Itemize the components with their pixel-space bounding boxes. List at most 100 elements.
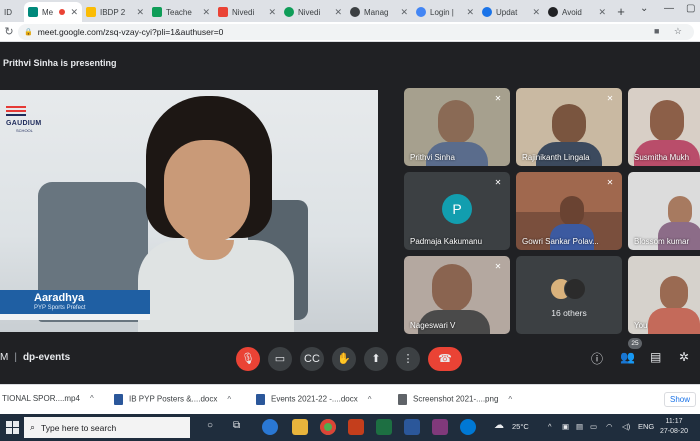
info-icon[interactable]: ⓘ	[591, 350, 603, 367]
task-view-icon[interactable]: ⧉	[233, 420, 240, 431]
reload-icon[interactable]: ↻	[0, 25, 18, 38]
lock-icon[interactable]: 🔒	[24, 28, 33, 36]
browser-tab[interactable]: Manag ✕	[346, 2, 412, 22]
chevron-up-icon[interactable]: ^	[227, 395, 231, 404]
participant-tile[interactable]: ✕ Gowri Sankar Polav...	[516, 172, 622, 250]
main-presentation-video[interactable]: GAUDIUM SCHOOL Aaradhya PYP Sports Prefe…	[0, 90, 378, 332]
tab-title: Avoid	[562, 7, 582, 17]
download-item[interactable]: Screenshot 2021-....png ^	[398, 394, 512, 405]
minimize-icon[interactable]: —	[664, 3, 674, 14]
download-item[interactable]: IB PYP Posters &....docx ^	[114, 394, 231, 405]
close-tab-icon[interactable]: ✕	[598, 7, 606, 18]
new-tab-button[interactable]: +	[610, 4, 632, 19]
google-favicon-icon	[416, 7, 426, 17]
tray-chevron-icon[interactable]: ^	[548, 422, 552, 431]
close-tab-icon[interactable]: ✕	[466, 7, 474, 18]
close-tab-icon[interactable]: ✕	[202, 7, 210, 18]
participant-name: Nageswari V	[410, 321, 456, 330]
raise-hand-button[interactable]: ✋	[332, 347, 356, 371]
tray-app-icon[interactable]: ▣	[562, 422, 569, 431]
people-icon[interactable]: 👥	[620, 350, 635, 364]
present-button[interactable]: ⬆	[364, 347, 388, 371]
edge-app-icon[interactable]	[262, 419, 278, 435]
tray-app-icon[interactable]: ▤	[576, 422, 583, 431]
camera-permission-icon[interactable]: ■ ☆	[654, 26, 688, 37]
hangouts-favicon-icon	[284, 7, 294, 17]
leave-call-button[interactable]: ☎	[428, 347, 462, 371]
medium-favicon-icon	[548, 7, 558, 17]
close-tab-icon[interactable]: ✕	[70, 7, 78, 18]
mic-off-icon: ✕	[494, 94, 502, 103]
excel-app-icon[interactable]	[376, 419, 392, 435]
others-tile[interactable]: 16 others	[516, 256, 622, 334]
others-avatars	[550, 278, 590, 300]
chat-icon[interactable]: ▤	[650, 350, 661, 364]
file-explorer-icon[interactable]	[292, 419, 308, 435]
mic-off-icon: ✕	[606, 178, 614, 187]
participant-tile[interactable]: ✕ Prithvi Sinha	[404, 88, 510, 166]
participant-face	[560, 196, 584, 226]
download-item[interactable]: Events 2021-22 -....docx ^	[256, 394, 371, 405]
participant-tile[interactable]: P ✕ Padmaja Kakumanu	[404, 172, 510, 250]
participant-tile[interactable]: Blossom kumar	[628, 172, 700, 250]
self-tile[interactable]: You	[628, 256, 700, 334]
logo-mark-icon	[6, 106, 26, 116]
close-tab-icon[interactable]: ✕	[532, 7, 540, 18]
powerpoint-app-icon[interactable]	[348, 419, 364, 435]
participant-tile[interactable]: Susmitha Mukh	[628, 88, 700, 166]
participant-name: Prithvi Sinha	[410, 153, 455, 162]
captions-button[interactable]: CC	[300, 347, 324, 371]
weather-temp[interactable]: 25°C	[512, 422, 529, 431]
meeting-details[interactable]: M | dp-events	[0, 352, 70, 363]
windows-start-icon[interactable]	[6, 421, 19, 434]
wifi-icon[interactable]: ◠	[606, 422, 613, 431]
participant-name: Gowri Sankar Polav...	[522, 237, 599, 246]
help-app-icon[interactable]	[460, 419, 476, 435]
mic-toggle-button[interactable]: 🎙	[236, 347, 260, 371]
cortana-icon[interactable]: ○	[207, 420, 213, 431]
browser-tab[interactable]: IBDP 2 ✕	[82, 2, 148, 22]
tab-title: Nivedi	[298, 7, 321, 17]
participant-face	[432, 264, 472, 312]
battery-icon[interactable]: ▭	[590, 422, 597, 431]
url-text: meet.google.com/zsq-vzay-cyi?pli=1&authu…	[37, 26, 224, 37]
chevron-up-icon[interactable]: ^	[508, 395, 512, 404]
participant-shirt	[648, 308, 700, 334]
more-options-button[interactable]: ⋮	[396, 347, 420, 371]
language-indicator[interactable]: ENG	[638, 422, 654, 431]
taskbar-search-box[interactable]: ⌕ Type here to search	[24, 417, 190, 438]
tab-title: Teache	[166, 7, 192, 17]
chevron-up-icon[interactable]: ^	[368, 395, 372, 404]
close-tab-icon[interactable]: ✕	[136, 7, 144, 18]
participant-name: Padmaja Kakumanu	[410, 237, 483, 246]
browser-tab[interactable]: ID	[0, 2, 24, 22]
browser-tab[interactable]: Login | ✕	[412, 2, 478, 22]
close-tab-icon[interactable]: ✕	[400, 7, 408, 18]
maximize-icon[interactable]: ▢	[686, 3, 695, 14]
close-tab-icon[interactable]: ✕	[268, 7, 276, 18]
volume-icon[interactable]: ◁)	[622, 422, 630, 431]
download-item[interactable]: TIONAL SPOR....mp4 ^	[2, 394, 94, 403]
camera-toggle-button[interactable]: ▭	[268, 347, 292, 371]
browser-tab[interactable]: Nivedi ✕	[280, 2, 346, 22]
browser-tab[interactable]: Avoid ✕	[544, 2, 610, 22]
chevron-up-icon[interactable]: ^	[90, 394, 94, 403]
windows-taskbar: ⌕ Type here to search ○ ⧉ ☁ 25°C ^ ▣ ▤ ▭…	[0, 414, 700, 441]
chrome-app-icon[interactable]	[320, 419, 336, 435]
url-field[interactable]: 🔒 meet.google.com/zsq-vzay-cyi?pli=1&aut…	[18, 23, 694, 40]
tab-search-icon[interactable]: ⌄	[640, 3, 648, 14]
browser-tab[interactable]: Updat ✕	[478, 2, 544, 22]
browser-tab[interactable]: Nivedi ✕	[214, 2, 280, 22]
browser-tab[interactable]: Teache ✕	[148, 2, 214, 22]
close-tab-icon[interactable]: ✕	[334, 7, 342, 18]
taskbar-clock[interactable]: 11:17 27-08-20	[660, 417, 688, 437]
search-icon: ⌕	[30, 422, 36, 432]
browser-tab-active[interactable]: Me ✕	[24, 2, 82, 22]
participant-tile[interactable]: ✕ Rajinikanth Lingala	[516, 88, 622, 166]
activities-icon[interactable]: ✲	[679, 350, 689, 364]
show-all-button[interactable]: Show	[663, 392, 696, 407]
word-app-icon[interactable]	[404, 419, 420, 435]
participant-tile[interactable]: ✕ Nageswari V	[404, 256, 510, 334]
onenote-app-icon[interactable]	[432, 419, 448, 435]
search-placeholder: Type here to search	[41, 422, 117, 433]
